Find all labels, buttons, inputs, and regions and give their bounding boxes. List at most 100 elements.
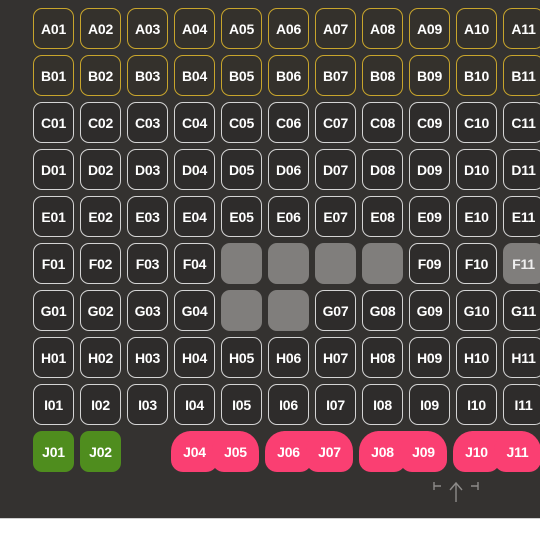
seat-c11[interactable]: C11 xyxy=(503,102,540,143)
seat-h02[interactable]: H02 xyxy=(80,337,121,378)
seat-a09[interactable]: A09 xyxy=(409,8,450,49)
seat-h07[interactable]: H07 xyxy=(315,337,356,378)
seat-g07[interactable]: G07 xyxy=(315,290,356,331)
seat-c03[interactable]: C03 xyxy=(127,102,168,143)
seat-d07[interactable]: D07 xyxy=(315,149,356,190)
seat-j02[interactable]: J02 xyxy=(80,431,121,472)
seat-i01[interactable]: I01 xyxy=(33,384,74,425)
seat-i06[interactable]: I06 xyxy=(268,384,309,425)
seat-i03[interactable]: I03 xyxy=(127,384,168,425)
seat-b07[interactable]: B07 xyxy=(315,55,356,96)
seat-a08[interactable]: A08 xyxy=(362,8,403,49)
seat-i08[interactable]: I08 xyxy=(362,384,403,425)
seat-d09[interactable]: D09 xyxy=(409,149,450,190)
seat-j09[interactable]: J09 xyxy=(400,431,447,472)
seat-grid[interactable]: A01 A02 A03 A04 A05 A06 A07 A08 A09 A10 A11 B01 B02 B… xyxy=(0,0,540,518)
seat-d04[interactable]: D04 xyxy=(174,149,215,190)
seat-f03[interactable]: F03 xyxy=(127,243,168,284)
seat-f08[interactable] xyxy=(362,243,403,284)
seat-g08[interactable]: G08 xyxy=(362,290,403,331)
seat-e05[interactable]: E05 xyxy=(221,196,262,237)
seat-f10[interactable]: F10 xyxy=(456,243,497,284)
seat-d01[interactable]: D01 xyxy=(33,149,74,190)
seat-j05[interactable]: J05 xyxy=(212,431,259,472)
seat-g02[interactable]: G02 xyxy=(80,290,121,331)
seat-a01[interactable]: A01 xyxy=(33,8,74,49)
seat-f02[interactable]: F02 xyxy=(80,243,121,284)
seat-i11[interactable]: I11 xyxy=(503,384,540,425)
seat-f04[interactable]: F04 xyxy=(174,243,215,284)
seat-e10[interactable]: E10 xyxy=(456,196,497,237)
seat-g06[interactable] xyxy=(268,290,309,331)
seat-d08[interactable]: D08 xyxy=(362,149,403,190)
seat-g11[interactable]: G11 xyxy=(503,290,540,331)
seat-a05[interactable]: A05 xyxy=(221,8,262,49)
seat-h04[interactable]: H04 xyxy=(174,337,215,378)
seat-a07[interactable]: A07 xyxy=(315,8,356,49)
seat-h09[interactable]: H09 xyxy=(409,337,450,378)
seat-g05[interactable] xyxy=(221,290,262,331)
seat-g03[interactable]: G03 xyxy=(127,290,168,331)
seat-g01[interactable]: G01 xyxy=(33,290,74,331)
pair-j04-j05[interactable]: J04 J05 xyxy=(171,431,259,472)
seat-i10[interactable]: I10 xyxy=(456,384,497,425)
seat-e07[interactable]: E07 xyxy=(315,196,356,237)
seat-f01[interactable]: F01 xyxy=(33,243,74,284)
seat-c07[interactable]: C07 xyxy=(315,102,356,143)
seat-i02[interactable]: I02 xyxy=(80,384,121,425)
seat-j07[interactable]: J07 xyxy=(306,431,353,472)
seat-f05[interactable] xyxy=(221,243,262,284)
seat-e03[interactable]: E03 xyxy=(127,196,168,237)
seat-b01[interactable]: B01 xyxy=(33,55,74,96)
seat-b04[interactable]: B04 xyxy=(174,55,215,96)
seat-j10[interactable]: J10 xyxy=(453,431,500,472)
seat-e04[interactable]: E04 xyxy=(174,196,215,237)
seat-d05[interactable]: D05 xyxy=(221,149,262,190)
seat-i04[interactable]: I04 xyxy=(174,384,215,425)
seat-a02[interactable]: A02 xyxy=(80,8,121,49)
seat-d03[interactable]: D03 xyxy=(127,149,168,190)
seat-j11[interactable]: J11 xyxy=(494,431,540,472)
seat-h06[interactable]: H06 xyxy=(268,337,309,378)
seat-h08[interactable]: H08 xyxy=(362,337,403,378)
seat-c04[interactable]: C04 xyxy=(174,102,215,143)
seat-b10[interactable]: B10 xyxy=(456,55,497,96)
seat-c09[interactable]: C09 xyxy=(409,102,450,143)
seat-j01[interactable]: J01 xyxy=(33,431,74,472)
seat-j04[interactable]: J04 xyxy=(171,431,218,472)
seat-map-canvas[interactable]: A01 A02 A03 A04 A05 A06 A07 A08 A09 A10 A11 B01 B02 B… xyxy=(0,0,540,518)
seat-f06[interactable] xyxy=(268,243,309,284)
seat-a06[interactable]: A06 xyxy=(268,8,309,49)
seat-j08[interactable]: J08 xyxy=(359,431,406,472)
seat-c08[interactable]: C08 xyxy=(362,102,403,143)
seat-a11[interactable]: A11 xyxy=(503,8,540,49)
seat-e02[interactable]: E02 xyxy=(80,196,121,237)
seat-i07[interactable]: I07 xyxy=(315,384,356,425)
seat-d11[interactable]: D11 xyxy=(503,149,540,190)
seat-c05[interactable]: C05 xyxy=(221,102,262,143)
seat-i05[interactable]: I05 xyxy=(221,384,262,425)
seat-h10[interactable]: H10 xyxy=(456,337,497,378)
seat-a03[interactable]: A03 xyxy=(127,8,168,49)
seat-b08[interactable]: B08 xyxy=(362,55,403,96)
seat-h01[interactable]: H01 xyxy=(33,337,74,378)
seat-a10[interactable]: A10 xyxy=(456,8,497,49)
seat-e01[interactable]: E01 xyxy=(33,196,74,237)
seat-i09[interactable]: I09 xyxy=(409,384,450,425)
seat-d06[interactable]: D06 xyxy=(268,149,309,190)
seat-e11[interactable]: E11 xyxy=(503,196,540,237)
pair-j06-j07[interactable]: J06 J07 xyxy=(265,431,353,472)
seat-f07[interactable] xyxy=(315,243,356,284)
seat-h03[interactable]: H03 xyxy=(127,337,168,378)
pair-j08-j09[interactable]: J08 J09 xyxy=(359,431,447,472)
seat-c02[interactable]: C02 xyxy=(80,102,121,143)
seat-e08[interactable]: E08 xyxy=(362,196,403,237)
seat-b03[interactable]: B03 xyxy=(127,55,168,96)
seat-b11[interactable]: B11 xyxy=(503,55,540,96)
seat-g09[interactable]: G09 xyxy=(409,290,450,331)
seat-g04[interactable]: G04 xyxy=(174,290,215,331)
seat-b02[interactable]: B02 xyxy=(80,55,121,96)
seat-j06[interactable]: J06 xyxy=(265,431,312,472)
seat-b06[interactable]: B06 xyxy=(268,55,309,96)
seat-f11[interactable]: F11 xyxy=(503,243,540,284)
